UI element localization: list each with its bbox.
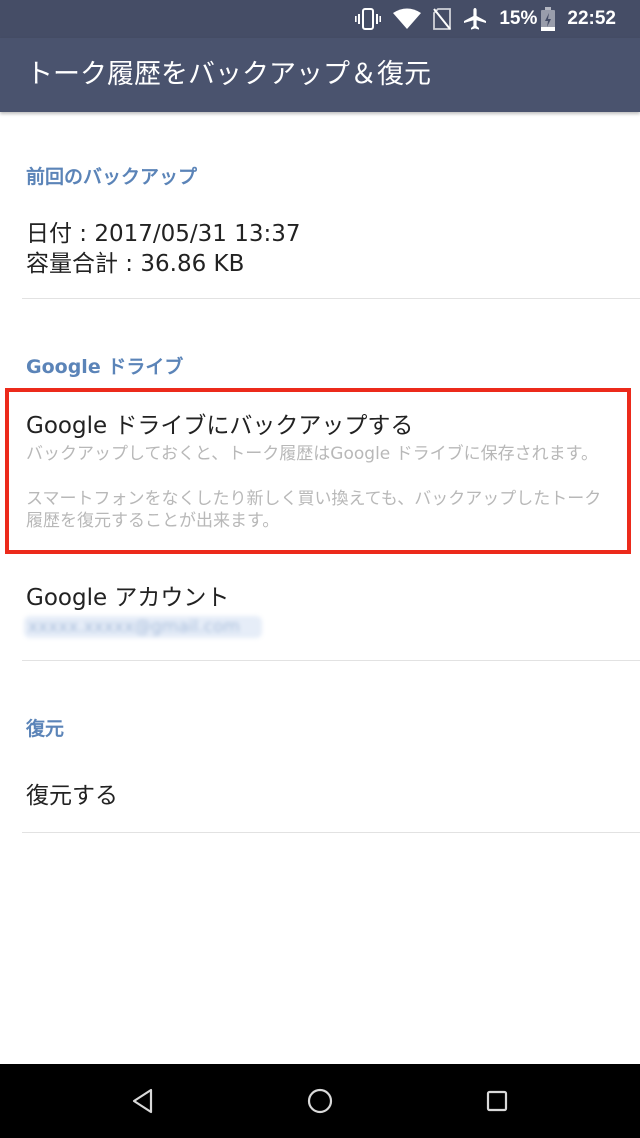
home-button[interactable]: [280, 1064, 360, 1138]
battery-percentage: 15%: [499, 8, 538, 29]
divider: [22, 832, 640, 833]
home-icon: [307, 1088, 333, 1114]
navigation-bar: [0, 1064, 640, 1138]
google-account-title: Google アカウント: [26, 585, 230, 611]
last-backup-size: 容量合計 : 36.86 KB: [26, 251, 245, 277]
google-account-email-text: xxxxx.xxxxx@gmail.com: [28, 617, 240, 637]
status-clock: 22:52: [567, 8, 616, 29]
backup-to-drive-description-1: バックアップしておくと、トーク履歴はGoogle ドライブに保存されます。: [26, 444, 598, 464]
backup-to-drive-title: Google ドライブにバックアップする: [26, 413, 414, 439]
back-button[interactable]: [103, 1064, 183, 1138]
vibrate-icon: [355, 8, 382, 30]
section-header-restore: 復元: [26, 718, 65, 740]
section-header-google-drive: Google ドライブ: [26, 356, 184, 378]
divider: [22, 298, 640, 299]
airplane-icon: [464, 8, 487, 30]
backup-to-drive-description-2: スマートフォンをなくしたり新しく買い換えても、バックアップしたトーク履歴を復元す…: [26, 489, 602, 531]
no-sim-icon: [433, 8, 452, 30]
status-icons: 15% 22:52: [355, 0, 616, 38]
google-account-email[interactable]: xxxxx.xxxxx@gmail.com: [24, 616, 262, 638]
battery-group: 15%: [499, 7, 556, 31]
recents-button[interactable]: [457, 1064, 537, 1138]
back-icon: [132, 1088, 153, 1114]
battery-icon: [541, 7, 556, 31]
last-backup-date: 日付 : 2017/05/31 13:37: [26, 221, 301, 247]
page-title: トーク履歴をバックアップ＆復元: [26, 59, 431, 90]
status-bar: 15% 22:52: [0, 0, 640, 38]
restore-item[interactable]: 復元する: [26, 776, 118, 810]
divider: [22, 660, 640, 661]
wifi-icon: [393, 8, 422, 29]
section-header-last-backup: 前回のバックアップ: [26, 166, 198, 188]
app-bar: トーク履歴をバックアップ＆復元: [0, 38, 640, 112]
recents-icon: [486, 1090, 508, 1112]
